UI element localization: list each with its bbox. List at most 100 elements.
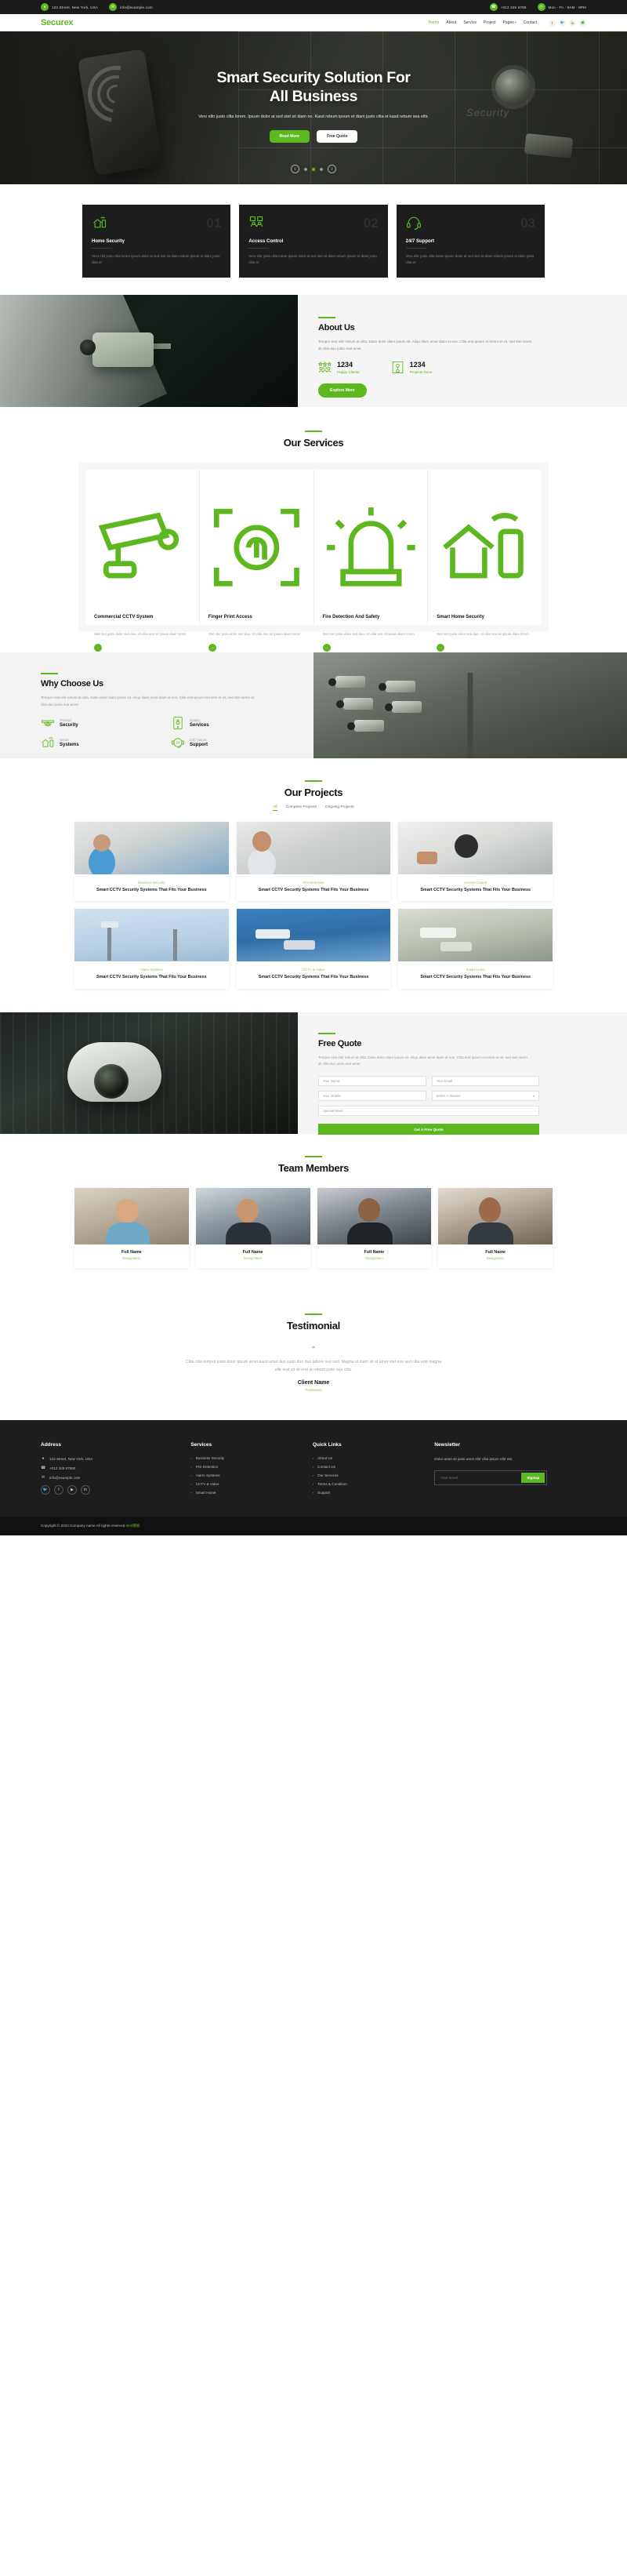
hero-read-more-button[interactable]: Read More <box>269 130 310 144</box>
services-accent-rule <box>305 430 322 432</box>
topbar-email[interactable]: ✉ info@example.com <box>109 3 153 11</box>
carousel-dot-1[interactable] <box>304 167 307 171</box>
nav-item-project[interactable]: Project <box>484 20 496 25</box>
quote-email-input[interactable]: Your Email <box>431 1075 539 1086</box>
service-card-commercial-cctv[interactable]: Commercial CCTV System Stet stet justo d… <box>85 469 200 652</box>
nav-item-service[interactable]: Service <box>463 20 477 25</box>
footer-quick-link[interactable]: › Our Services <box>313 1473 425 1477</box>
nav-links: Home About Service Project Pages▾ Contac… <box>429 20 537 25</box>
linkedin-icon[interactable]: in <box>81 1485 90 1495</box>
quote-special-need-input[interactable]: Special Need <box>318 1105 539 1116</box>
hero-free-quote-button[interactable]: Free Quote <box>317 130 358 144</box>
chevron-right-icon: › <box>190 1482 192 1487</box>
team-card[interactable]: Full Name Designation <box>317 1187 432 1268</box>
phone-icon: ☎ <box>41 1466 46 1471</box>
newsletter-email-input[interactable] <box>437 1473 522 1484</box>
footer-quick-link[interactable]: › About Us <box>313 1456 425 1460</box>
footer-quick-link[interactable]: › Terms & Condition <box>313 1482 425 1486</box>
footer-service-link[interactable]: › Fire Detection <box>190 1465 303 1469</box>
projects-tab-complete[interactable]: Complete Projects <box>286 805 317 811</box>
footer-quick-heading: Quick Links <box>312 1442 342 1448</box>
nav-item-pages[interactable]: Pages▾ <box>503 20 516 25</box>
feature-card-support[interactable]: 03 24/7 Support Vero elitr justo clita l… <box>396 205 545 278</box>
testimonial-client-name: Client Name <box>297 1380 330 1386</box>
team-card[interactable]: Full Name Designation <box>74 1187 189 1268</box>
projects-tab-ongoing[interactable]: Ongoing Projects <box>325 805 354 811</box>
service-arrow-icon[interactable]: → <box>208 644 216 652</box>
footer-service-link[interactable]: › Smart Home <box>190 1491 303 1495</box>
youtube-icon[interactable]: ▶ <box>67 1485 77 1495</box>
footer-email-line[interactable]: ✉ info@example.com <box>41 1475 181 1480</box>
quote-submit-button[interactable]: Get A Free Quote <box>318 1124 539 1135</box>
service-arrow-icon[interactable]: → <box>94 644 102 652</box>
quote-service-select[interactable]: Select A Service <box>431 1090 539 1101</box>
quote-name-input[interactable]: Your Name <box>318 1075 426 1086</box>
footer-quick-label: About Us <box>317 1456 333 1461</box>
about-explore-more-button[interactable]: Explore More <box>318 383 367 398</box>
project-card[interactable]: Alarm Systems Smart CCTV Security System… <box>74 909 229 989</box>
features-row: 01 Home Security Vero elitr justo clita … <box>82 205 545 278</box>
nav-item-about[interactable]: About <box>446 20 456 25</box>
topbar-phone[interactable]: ☎ +012 345 6789 <box>489 3 527 11</box>
why-item-text: Quality Services <box>190 718 209 728</box>
project-card[interactable]: CCTV & Video Smart CCTV Security Systems… <box>236 909 391 989</box>
footer-address-text: 123 Street, New York, USA <box>49 1456 93 1461</box>
projects-grid: Business Security Smart CCTV Security Sy… <box>74 822 553 989</box>
site-logo[interactable]: Securex <box>41 18 74 27</box>
carousel-dot-2[interactable] <box>312 167 315 171</box>
team-card[interactable]: Full Name Designation <box>438 1187 553 1268</box>
twitter-icon[interactable]: 🐦 <box>41 1485 50 1495</box>
quote-mobile-input[interactable]: Your Mobile <box>318 1090 426 1101</box>
quote-title: Free Quote <box>318 1038 362 1048</box>
service-arrow-icon[interactable]: → <box>437 644 445 652</box>
why-item-support: 24 24/7 Hours Support <box>171 736 265 750</box>
feature-card-home-security[interactable]: 01 Home Security Vero elitr justo clita … <box>82 205 231 278</box>
nav-item-contact[interactable]: Contact <box>524 20 537 25</box>
carousel-next-icon[interactable]: › <box>328 165 336 173</box>
service-card-fire-detection[interactable]: Fire Detection And Safety Stet stet just… <box>314 469 429 652</box>
project-card[interactable]: Fire Detection Smart CCTV Security Syste… <box>236 822 391 902</box>
copyright-link[interactable]: html模板 <box>126 1524 140 1528</box>
footer-quick-link[interactable]: › Support <box>313 1491 425 1495</box>
service-card-finger-print[interactable]: Finger Print Access Stet stet justo dolo… <box>199 469 314 652</box>
chevron-right-icon: › <box>312 1491 314 1495</box>
footer-service-link[interactable]: › Business Security <box>190 1456 303 1460</box>
carousel-prev-icon[interactable]: ‹ <box>291 165 299 173</box>
projects-tab-all[interactable]: All <box>273 805 277 812</box>
services-row: Commercial CCTV System Stet stet justo d… <box>85 469 542 652</box>
newsletter-signup-button[interactable]: SignUp <box>521 1473 545 1484</box>
footer-service-link[interactable]: › CCTV & Video <box>190 1482 303 1486</box>
team-member-name: Full Name <box>485 1249 506 1255</box>
service-arrow-icon[interactable]: → <box>322 644 331 652</box>
facebook-icon[interactable]: f <box>54 1485 63 1495</box>
carousel-dot-3[interactable] <box>320 167 323 171</box>
team-member-body: Full Name Designation <box>438 1244 553 1267</box>
feature-desc: Vero elitr justo clita lorem ipsum dolor… <box>92 254 220 264</box>
project-body: Fire Detection Smart CCTV Security Syste… <box>237 874 391 901</box>
why-item-big: Support <box>190 743 208 748</box>
project-card[interactable]: Smart Home Smart CCTV Security Systems T… <box>398 909 553 989</box>
facebook-icon[interactable]: f <box>549 19 556 27</box>
footer-phone-line[interactable]: ☎ +012 345 67890 <box>41 1466 181 1470</box>
hero-subtitle: Vero elitr justo clita lorem. Ipsum dolo… <box>198 114 429 119</box>
feature-card-access-control[interactable]: 02 Access Control Vero elitr justo clita… <box>239 205 388 278</box>
quote-accent-rule <box>318 1032 335 1034</box>
linkedin-icon[interactable]: in <box>569 19 576 27</box>
footer-service-link[interactable]: › Alarm Systems <box>190 1473 303 1477</box>
project-card[interactable]: Business Security Smart CCTV Security Sy… <box>74 822 229 902</box>
features-section: 01 Home Security Vero elitr justo clita … <box>0 184 627 295</box>
footer-quick-link[interactable]: › Contact Us <box>313 1465 425 1469</box>
project-card[interactable]: Access Control Smart CCTV Security Syste… <box>398 822 553 902</box>
team-card[interactable]: Full Name Designation <box>195 1187 310 1268</box>
project-name: Smart CCTV Security Systems That Fits Yo… <box>420 975 531 980</box>
feature-desc: Vero elitr justo clita lorem ipsum dolor… <box>405 254 535 264</box>
why-camera-2 <box>379 681 415 693</box>
chevron-down-icon: ▾ <box>514 20 516 24</box>
instagram-icon[interactable]: ▣ <box>579 19 586 27</box>
service-card-smart-home[interactable]: Smart Home Security Stet stet justo dolo… <box>428 469 542 652</box>
twitter-icon[interactable]: 🐦 <box>559 19 566 27</box>
footer-address-line: ● 123 Street, New York, USA <box>41 1456 181 1461</box>
nav-item-home[interactable]: Home <box>429 20 439 25</box>
project-image <box>236 822 391 875</box>
project-image <box>398 822 553 875</box>
